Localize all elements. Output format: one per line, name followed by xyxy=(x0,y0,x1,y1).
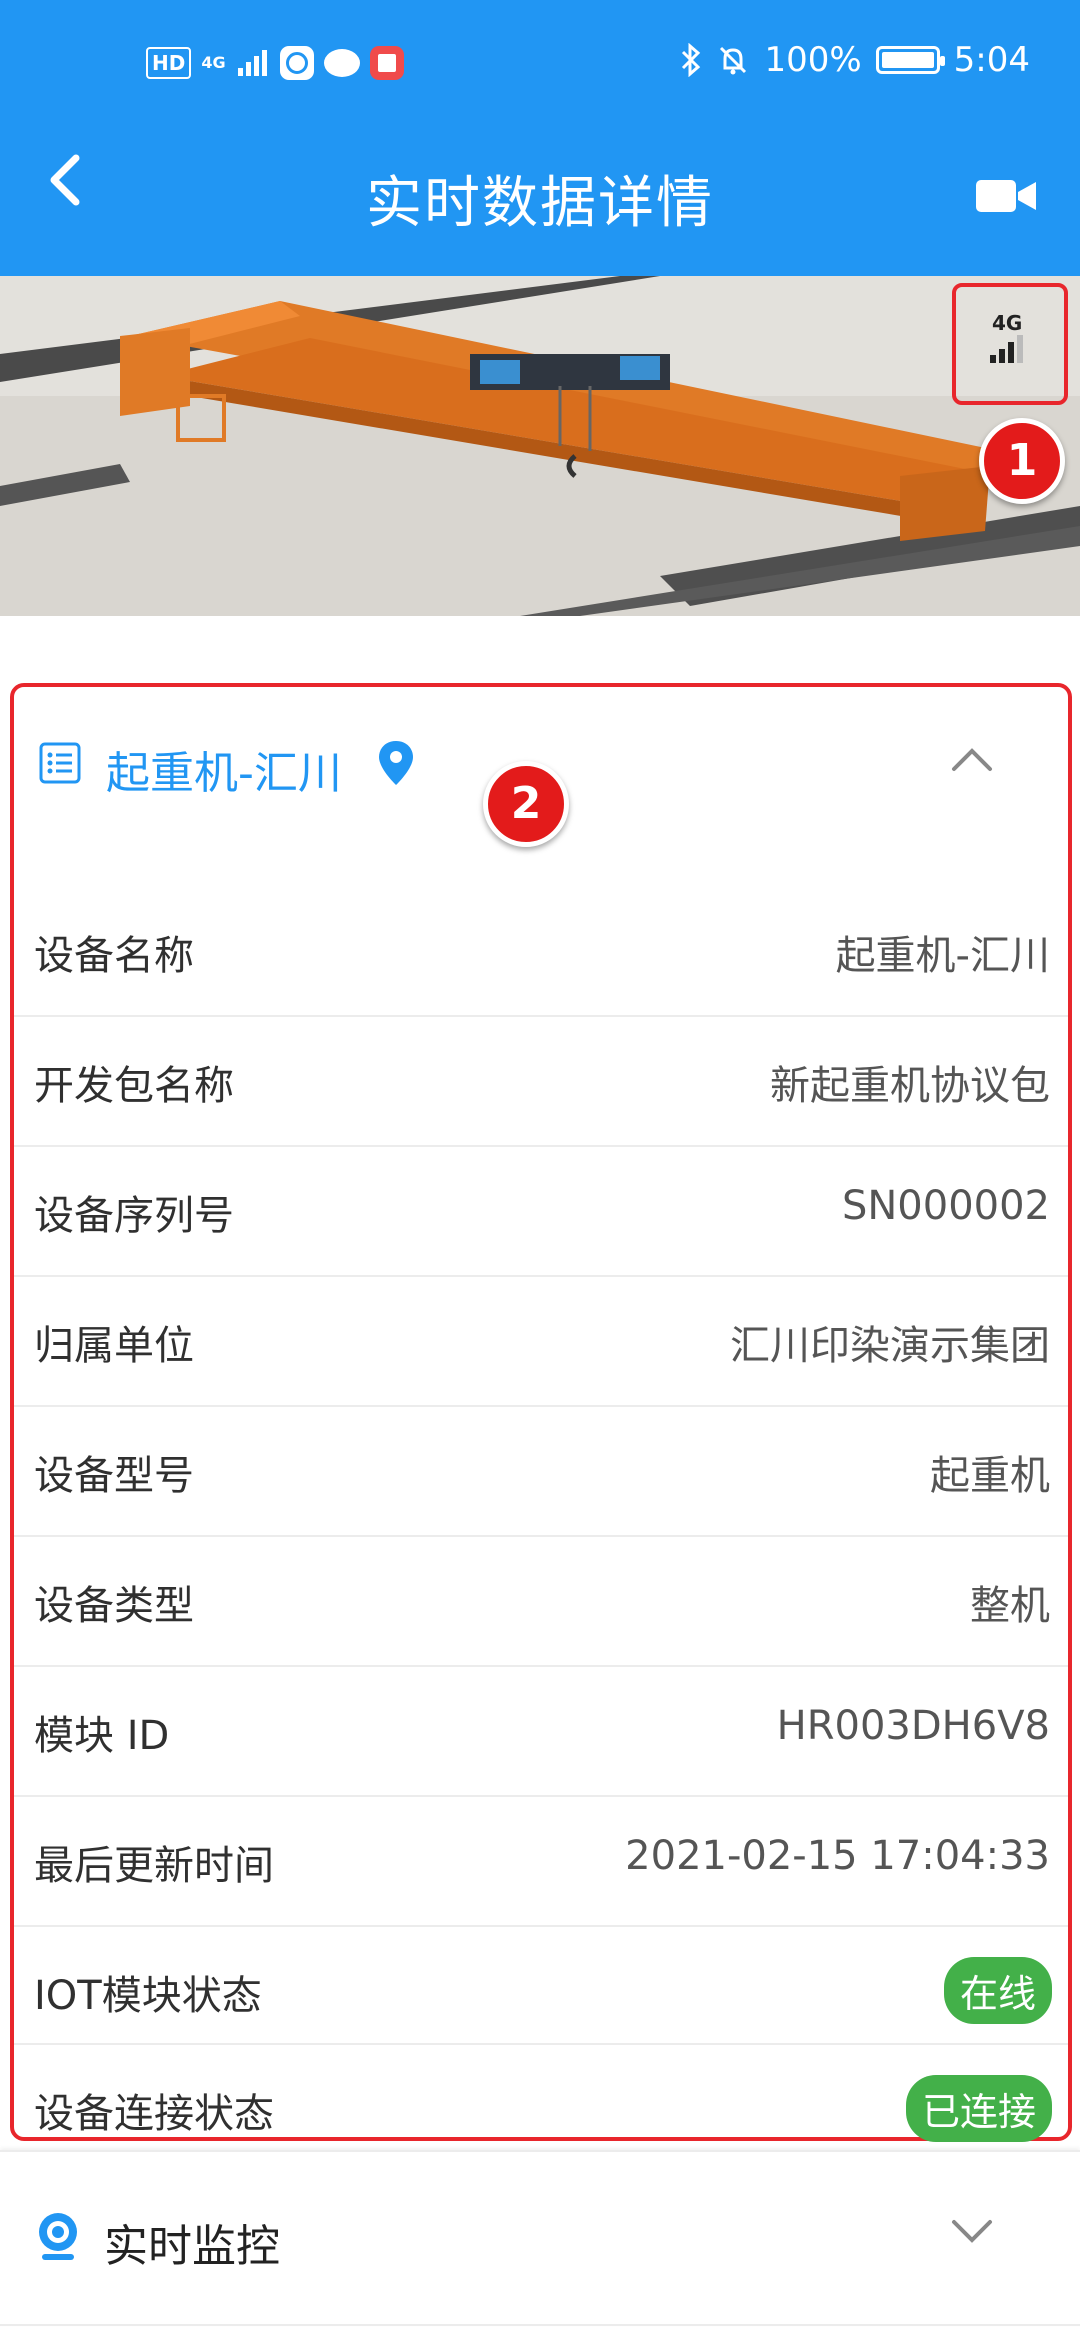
row-label: 开发包名称 xyxy=(34,1063,234,1109)
info-row-device-name: 设备名称 起重机-汇川 xyxy=(14,887,1068,1017)
info-row-model: 设备型号 起重机 xyxy=(14,1407,1068,1537)
webcam-icon xyxy=(39,2213,77,2260)
crane-illustration xyxy=(0,276,1080,616)
row-label: IOT模块状态 xyxy=(34,1973,262,2019)
device-info-list: 设备名称 起重机-汇川 开发包名称 新起重机协议包 设备序列号 SN000002… xyxy=(14,887,1068,2161)
info-row-iot-status: IOT模块状态 在线 xyxy=(14,1927,1068,2045)
status-badge-connected: 已连接 xyxy=(905,2075,1052,2142)
row-value: 2021-02-15 17:04:33 xyxy=(625,1833,1050,1879)
info-row-serial-number: 设备序列号 SN000002 xyxy=(14,1147,1068,1277)
row-value: 整机 xyxy=(970,1583,1050,1629)
app-bar: HD 4G 100% 5:04 实时数据详情 xyxy=(0,0,1080,276)
bluetooth-icon xyxy=(682,43,701,77)
row-label: 设备序列号 xyxy=(34,1193,234,1239)
row-label: 最后更新时间 xyxy=(34,1843,274,1889)
chevron-down-icon[interactable] xyxy=(950,2218,994,2246)
device-card-title: 起重机-汇川 xyxy=(106,748,342,799)
row-label: 模块 ID xyxy=(34,1713,170,1759)
signal-bars-icon xyxy=(990,335,1023,363)
signal-status-box[interactable]: 4G xyxy=(952,283,1068,405)
location-pin-icon[interactable] xyxy=(376,739,416,787)
status-badge-online: 在线 xyxy=(943,1957,1052,2024)
bell-muted-icon xyxy=(720,46,747,75)
row-value: HR003DH6V8 xyxy=(776,1703,1050,1749)
battery-percent: 100% xyxy=(764,40,862,80)
status-bar: HD 4G 100% 5:04 xyxy=(0,0,1080,132)
row-value: 新起重机协议包 xyxy=(770,1063,1050,1109)
clock: 5:04 xyxy=(953,40,1030,80)
row-value: SN000002 xyxy=(841,1183,1050,1229)
info-row-sdk-name: 开发包名称 新起重机协议包 xyxy=(14,1017,1068,1147)
row-label: 设备连接状态 xyxy=(34,2091,274,2137)
chevron-up-icon[interactable] xyxy=(950,745,994,773)
annotation-badge-2: 2 xyxy=(483,761,569,847)
row-label: 设备名称 xyxy=(34,933,194,979)
status-left: HD 4G xyxy=(146,46,404,80)
device-info-card: 起重机-汇川 2 设备名称 起重机-汇川 开发包名称 新起重机协议包 设备序列号… xyxy=(10,683,1072,2142)
signal-4g-label: 4G xyxy=(992,311,1023,335)
battery-icon xyxy=(875,46,945,74)
message-icon xyxy=(323,49,360,77)
video-camera-icon[interactable] xyxy=(974,176,1038,216)
monitor-section-title: 实时监控 xyxy=(104,2221,280,2272)
row-label: 设备型号 xyxy=(34,1453,194,1499)
info-row-module-id: 模块 ID HR003DH6V8 xyxy=(14,1667,1068,1797)
info-row-last-update: 最后更新时间 2021-02-15 17:04:33 xyxy=(14,1797,1068,1927)
info-row-connection-status: 设备连接状态 已连接 xyxy=(14,2045,1068,2161)
reader-app-icon xyxy=(369,46,404,80)
row-value: 起重机 xyxy=(930,1453,1050,1499)
list-icon xyxy=(39,742,81,784)
crane-hero-image xyxy=(0,276,1080,616)
browser-app-icon xyxy=(279,46,314,80)
row-value: 汇川印染演示集团 xyxy=(730,1323,1050,1369)
row-label: 归属单位 xyxy=(34,1323,194,1369)
network-type: 4G xyxy=(201,53,226,72)
cell-signal-icon xyxy=(237,50,267,76)
row-label: 设备类型 xyxy=(34,1583,194,1629)
hd-indicator: HD xyxy=(146,47,192,79)
info-row-owner: 归属单位 汇川印染演示集团 xyxy=(14,1277,1068,1407)
info-row-type: 设备类型 整机 xyxy=(14,1537,1068,1667)
page-title: 实时数据详情 xyxy=(366,171,714,236)
row-value: 起重机-汇川 xyxy=(835,933,1050,979)
monitor-section-header[interactable]: 实时监控 xyxy=(0,2150,1080,2326)
annotation-badge-1: 1 xyxy=(979,418,1065,504)
status-right: 100% 5:04 xyxy=(680,40,1030,80)
